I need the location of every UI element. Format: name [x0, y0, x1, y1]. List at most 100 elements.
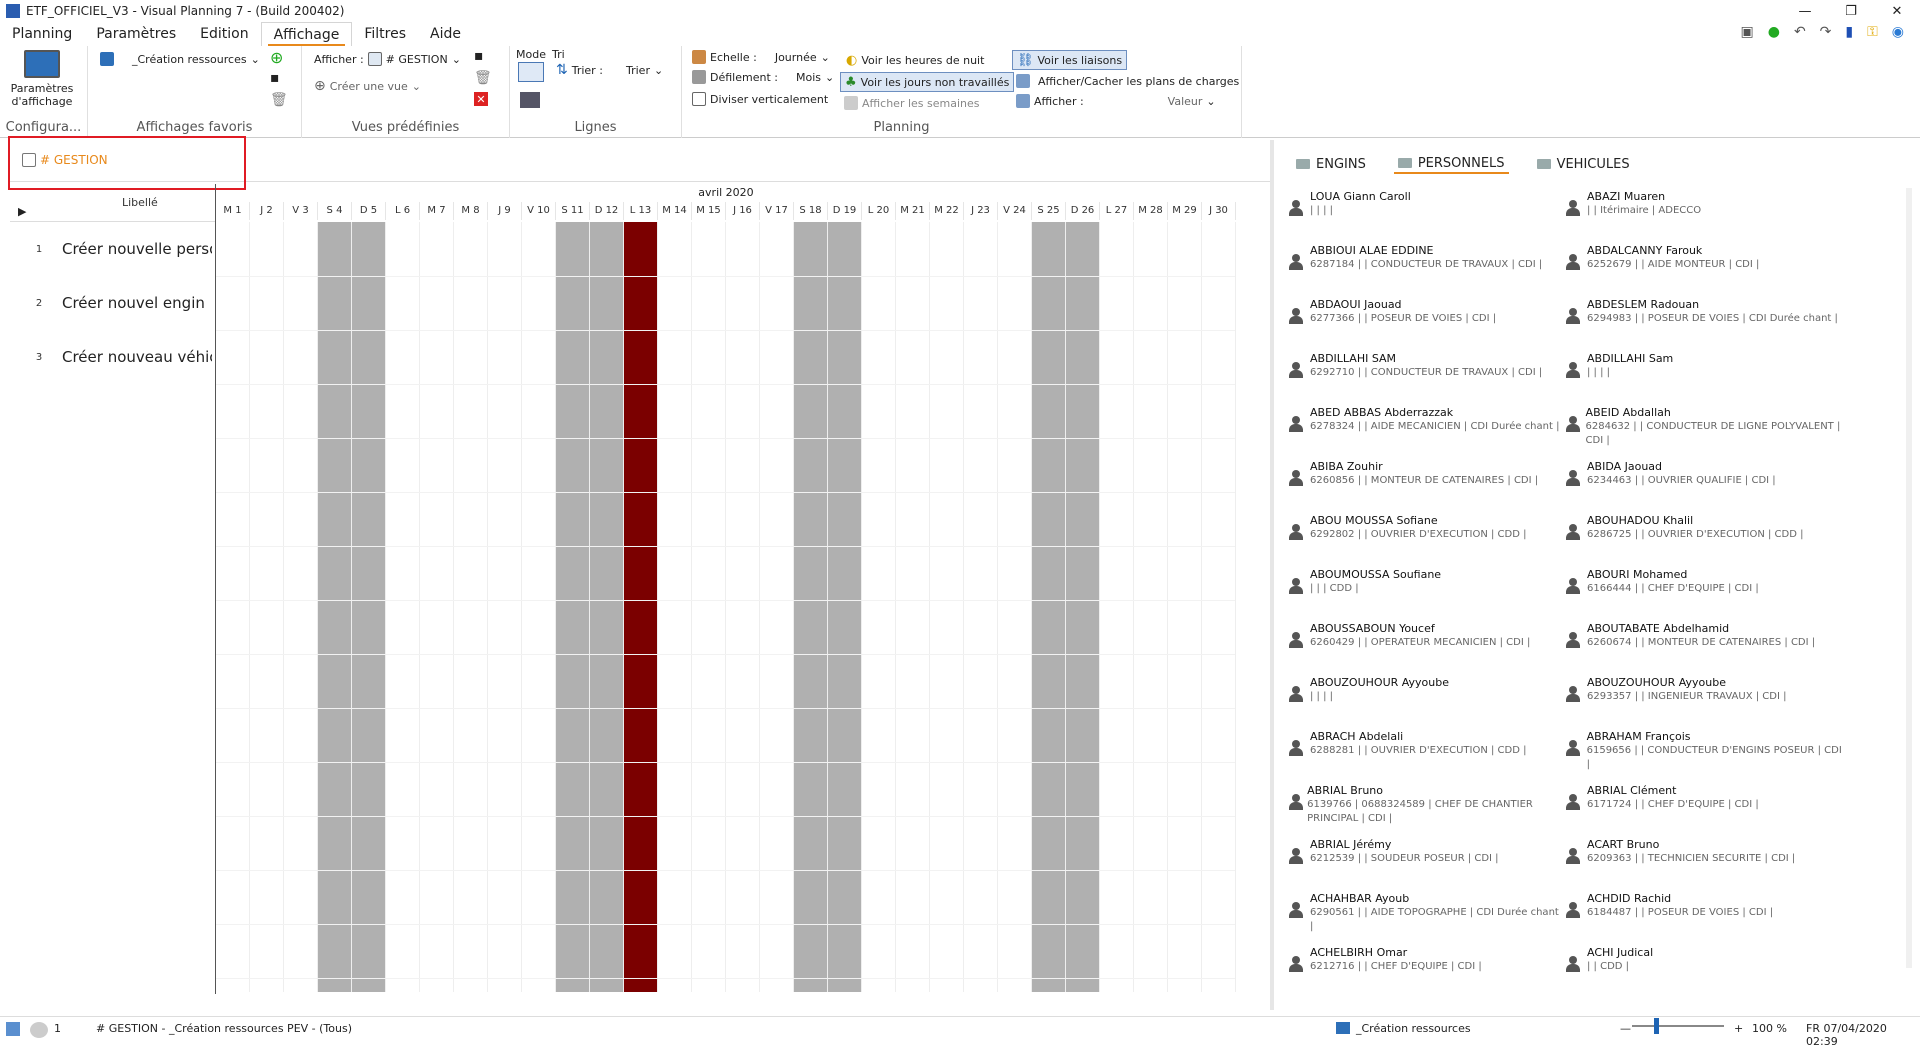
zoom-out-icon[interactable]: — — [1620, 1022, 1631, 1035]
weekend-column[interactable] — [1066, 222, 1100, 992]
day-column[interactable] — [692, 222, 726, 992]
day-column[interactable] — [862, 222, 896, 992]
menu-parametres[interactable]: Paramètres — [84, 22, 188, 46]
menu-planning[interactable]: Planning — [0, 22, 84, 46]
show-weeks-button[interactable]: Afficher les semaines — [844, 96, 980, 110]
delete-view-icon[interactable]: 🗑 — [474, 70, 492, 86]
person-item[interactable]: ACHI Judical | | CDD | — [1565, 946, 1842, 1000]
tab-vehicules[interactable]: VEHICULES — [1533, 154, 1634, 174]
maximize-button[interactable]: ❐ — [1828, 0, 1874, 22]
person-item[interactable]: ABED ABBAS Abderrazzak 6278324 | | AIDE M… — [1288, 406, 1565, 460]
menu-edition[interactable]: Edition — [188, 22, 260, 46]
person-item[interactable]: ABDALCANNY Farouk 6252679 | | AIDE MONTEU… — [1565, 244, 1842, 298]
weekend-column[interactable] — [318, 222, 352, 992]
person-item[interactable]: ABOUSSABOUN Youcef 6260429 | | OPERATEUR … — [1288, 622, 1565, 676]
view-combo[interactable]: Afficher : # GESTION ⌄ — [314, 52, 461, 66]
planning-grid[interactable]: avril 2020 M 1J 2V 3S 4D 5L 6M 7M 8J 9V … — [215, 184, 1236, 994]
split-vertical-button[interactable]: Diviser verticalement — [692, 92, 828, 106]
person-item[interactable]: ABDILLAHI Sam | | | | — [1565, 352, 1842, 406]
person-item[interactable]: ACHELBIRH Omar 6212716 | | CHEF D'EQUIPE … — [1288, 946, 1565, 1000]
day-column[interactable] — [386, 222, 420, 992]
display-settings-button[interactable]: Paramètres d'affichage — [10, 50, 74, 108]
save-view-icon[interactable]: ▪ — [474, 48, 484, 64]
weekend-column[interactable] — [794, 222, 828, 992]
play-icon[interactable]: ▶ — [18, 205, 26, 218]
person-item[interactable]: ABDESLEM Radouan 6294983 | | POSEUR DE VO… — [1565, 298, 1842, 352]
scroll-combo[interactable]: Défilement : Mois ⌄ — [692, 70, 834, 84]
row-layout-icon[interactable] — [520, 92, 540, 108]
person-item[interactable]: ABRIAL Bruno 6139766 | 0688324589 | CHEF … — [1288, 784, 1565, 838]
user-avatar[interactable] — [30, 1022, 48, 1038]
person-item[interactable]: ABRACH Abdelali 6288281 | | OUVRIER D'EXE… — [1288, 730, 1565, 784]
day-column[interactable] — [1168, 222, 1202, 992]
weekend-column[interactable] — [590, 222, 624, 992]
weekend-column[interactable] — [352, 222, 386, 992]
person-item[interactable]: ABOUMOUSSA Soufiane | | | CDD | — [1288, 568, 1565, 622]
chat-icon[interactable]: ◉ — [1892, 24, 1904, 40]
zoom-slider-knob[interactable] — [1654, 1018, 1659, 1034]
person-item[interactable]: ABOURI Mohamed 6166444 | | CHEF D'EQUIPE … — [1565, 568, 1842, 622]
tab-engins[interactable]: ENGINS — [1292, 154, 1370, 174]
day-column[interactable] — [726, 222, 760, 992]
flag-fr-icon[interactable]: ▮ — [1845, 24, 1853, 40]
people-scrollbar[interactable] — [1906, 188, 1912, 968]
person-item[interactable]: ACART Bruno 6209363 | | TECHNICIEN SECURI… — [1565, 838, 1842, 892]
person-item[interactable]: ABIDA Jaouad 6234463 | | OUVRIER QUALIFIE… — [1565, 460, 1842, 514]
day-column[interactable] — [488, 222, 522, 992]
minimize-button[interactable]: — — [1782, 0, 1828, 22]
day-column[interactable] — [284, 222, 318, 992]
person-item[interactable]: ABRIAL Jérémy 6212539 | | SOUDEUR POSEUR … — [1288, 838, 1565, 892]
display-value-combo[interactable]: Afficher : Valeur ⌄ — [1016, 94, 1216, 108]
day-column[interactable] — [658, 222, 692, 992]
day-column[interactable] — [250, 222, 284, 992]
person-item[interactable]: ABAZI Muaren | | Itérimaire | ADECCO — [1565, 190, 1842, 244]
day-column[interactable] — [760, 222, 794, 992]
weekend-column[interactable] — [1032, 222, 1066, 992]
day-column[interactable] — [216, 222, 250, 992]
panel-splitter[interactable] — [1270, 140, 1274, 1010]
load-plans-button[interactable]: Afficher/Cacher les plans de charges — [1016, 74, 1239, 88]
mode-button[interactable] — [518, 62, 544, 82]
links-button[interactable]: ⛓ Voir les liaisons — [1012, 50, 1128, 70]
person-item[interactable]: ABRAHAM François 6159656 | | CONDUCTEUR D… — [1565, 730, 1842, 784]
weekend-column[interactable] — [556, 222, 590, 992]
night-hours-button[interactable]: ◐ Voir les heures de nuit — [842, 50, 988, 70]
menu-affichage[interactable]: Affichage — [260, 22, 353, 46]
redo-icon[interactable]: ↷ — [1820, 24, 1832, 40]
day-column[interactable] — [998, 222, 1032, 992]
person-item[interactable]: ACHAHBAR Ayoub 6290561 | | AIDE TOPOGRAPH… — [1288, 892, 1565, 946]
sort-button[interactable]: ⇅ Trier : — [556, 62, 603, 78]
trash-icon[interactable]: 🗑 — [270, 92, 288, 108]
weekend-column[interactable] — [828, 222, 862, 992]
person-item[interactable]: ABOU MOUSSA Sofiane 6292802 | | OUVRIER D… — [1288, 514, 1565, 568]
day-column[interactable] — [964, 222, 998, 992]
person-item[interactable]: ABEID Abdallah 6284632 | | CONDUCTEUR DE … — [1565, 406, 1842, 460]
non-working-days-button[interactable]: ♣ Voir les jours non travaillés — [840, 72, 1015, 92]
close-button[interactable]: ✕ — [1874, 0, 1920, 22]
person-item[interactable]: ABOUTABATE Abdelhamid 6260674 | | MONTEUR… — [1565, 622, 1842, 676]
sort-combo[interactable]: Trier ⌄ — [626, 64, 663, 77]
today-column[interactable] — [624, 222, 658, 992]
skype-icon[interactable]: ● — [1768, 24, 1780, 40]
day-column[interactable] — [896, 222, 930, 992]
day-column[interactable] — [1202, 222, 1236, 992]
zoom-in-icon[interactable]: + — [1734, 1022, 1743, 1035]
close-view-icon[interactable]: ✕ — [474, 92, 488, 106]
menu-aide[interactable]: Aide — [418, 22, 473, 46]
person-item[interactable]: ABBIOUI ALAE EDDINE 6287184 | | CONDUCTEU… — [1288, 244, 1565, 298]
person-item[interactable]: LOUA Giann Caroll | | | | — [1288, 190, 1565, 244]
undo-icon[interactable]: ↶ — [1794, 24, 1806, 40]
key-icon[interactable]: ⚿ — [1867, 24, 1878, 40]
person-item[interactable]: ABIBA Zouhir 6260856 | | MONTEUR DE CATEN… — [1288, 460, 1565, 514]
person-item[interactable]: ACHDID Rachid 6184487 | | POSEUR DE VOIES… — [1565, 892, 1842, 946]
monitor-icon[interactable]: ▣ — [1740, 24, 1753, 40]
menu-filtres[interactable]: Filtres — [352, 22, 418, 46]
day-column[interactable] — [420, 222, 454, 992]
day-column[interactable] — [1100, 222, 1134, 992]
add-icon[interactable]: ⊕ — [270, 48, 283, 67]
person-item[interactable]: ABOUZOUHOUR Ayyoube 6293357 | | INGENIEUR… — [1565, 676, 1842, 730]
favorite-view-combo[interactable]: _Création ressources ⌄ — [100, 52, 260, 66]
row-item[interactable]: 1 Créer nouvelle personne — [10, 222, 215, 276]
person-item[interactable]: ABRIAL Clément 6171724 | | CHEF D'EQUIPE … — [1565, 784, 1842, 838]
person-item[interactable]: ABDILLAHI SAM 6292710 | | CONDUCTEUR DE T… — [1288, 352, 1565, 406]
